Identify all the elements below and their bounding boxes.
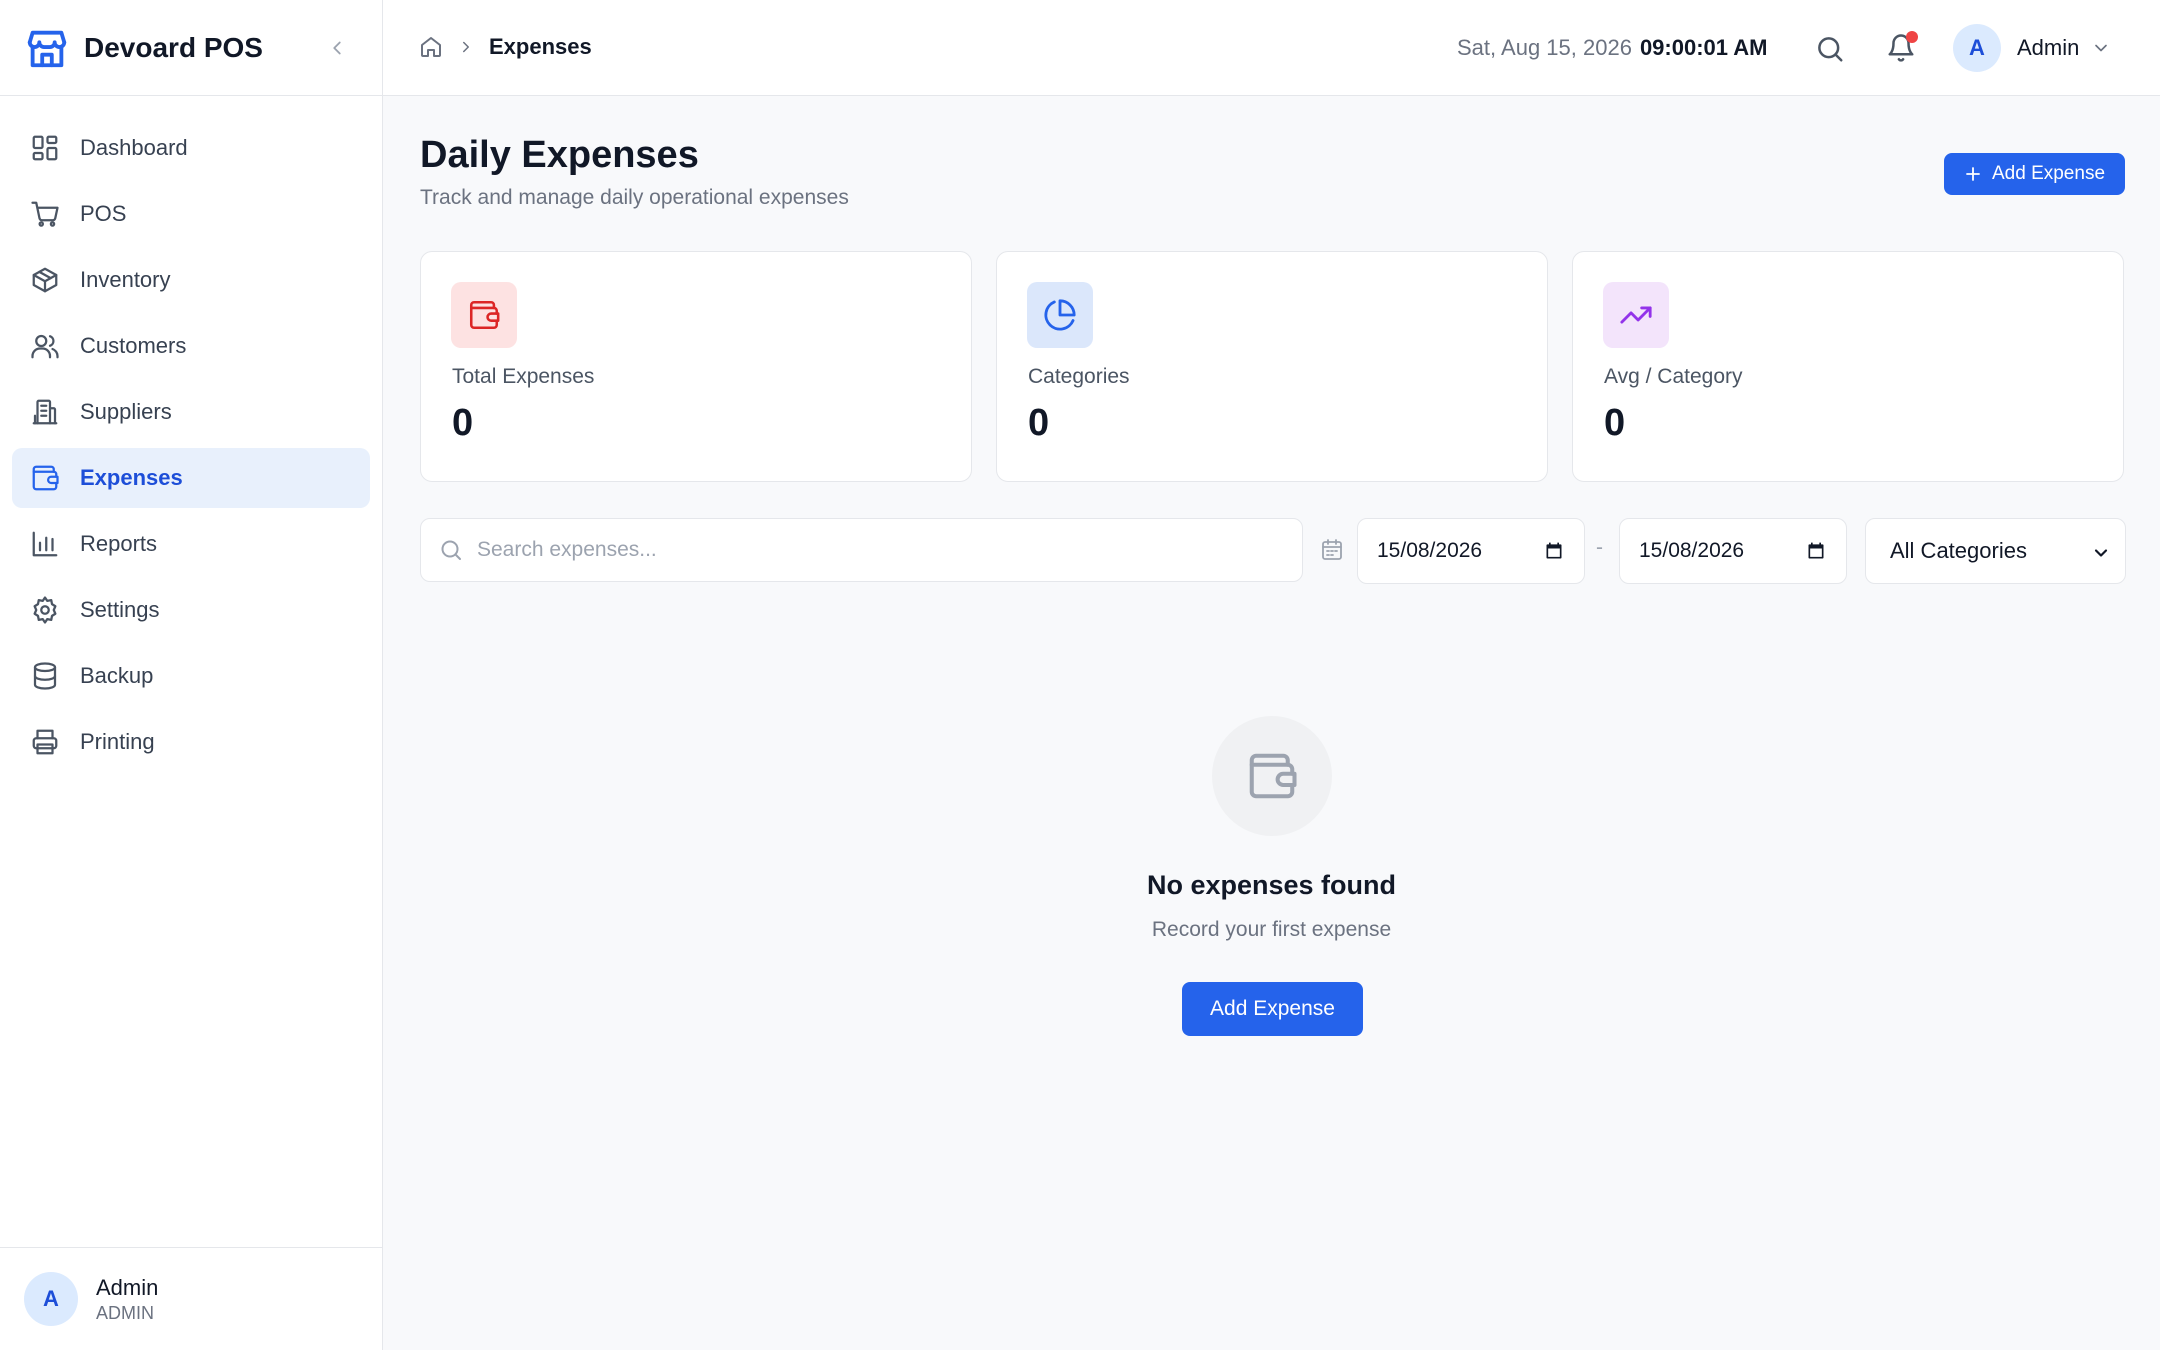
search-icon[interactable] <box>1815 34 1845 64</box>
sidebar-item-label: Customers <box>80 333 187 358</box>
pie-chart-icon <box>1043 298 1077 332</box>
notification-badge <box>1906 31 1918 43</box>
add-expense-label: Add Expense <box>1991 163 2106 184</box>
sidebar-user[interactable]: A Admin ADMIN <box>0 1247 383 1350</box>
sidebar-item-inventory[interactable]: Inventory <box>12 250 370 310</box>
breadcrumb-current: Expenses <box>489 34 592 59</box>
chevron-right-icon <box>457 38 475 56</box>
wallet-icon <box>1245 749 1299 803</box>
stat-icon-box <box>1027 282 1093 348</box>
chevron-down-icon <box>2091 38 2111 58</box>
sidebar-item-settings[interactable]: Settings <box>12 580 370 640</box>
sidebar-item-expenses[interactable]: Expenses <box>12 448 370 508</box>
stat-card-total-expenses: Total Expenses 0 <box>420 251 972 482</box>
page-title: Daily Expenses <box>420 134 699 176</box>
stat-label: Total Expenses <box>452 365 595 388</box>
sidebar-item-label: Backup <box>80 663 154 688</box>
category-select[interactable]: All Categories <box>1865 518 2126 584</box>
date-from-value: 15/08/2026 <box>1377 539 1483 562</box>
sidebar-item-customers[interactable]: Customers <box>12 316 370 376</box>
sidebar-nav: Dashboard POS Inventory Customers Suppli… <box>0 96 382 772</box>
stat-value: 0 <box>1604 402 1626 444</box>
avatar: A <box>1953 24 2001 72</box>
calendar-icon[interactable] <box>1806 541 1826 561</box>
app-name: Devoard POS <box>84 31 263 63</box>
datetime: Sat, Aug 15, 2026 09:00:01 AM <box>1457 35 1768 61</box>
stat-card-avg-category: Avg / Category 0 <box>1572 251 2124 482</box>
sidebar-item-label: Reports <box>80 531 158 556</box>
users-icon <box>30 331 60 361</box>
brand: Devoard POS <box>0 0 382 96</box>
sidebar-item-dashboard[interactable]: Dashboard <box>12 118 370 178</box>
current-time: 09:00:01 AM <box>1639 35 1768 60</box>
sidebar-item-backup[interactable]: Backup <box>12 646 370 706</box>
avatar: A <box>24 1272 78 1326</box>
sidebar-item-label: Inventory <box>80 267 171 292</box>
stat-icon-box <box>1603 282 1669 348</box>
wallet-icon <box>30 463 60 493</box>
stat-icon-box <box>451 282 517 348</box>
sidebar-item-label: Dashboard <box>80 135 188 160</box>
search-input[interactable] <box>477 538 1277 562</box>
sidebar-item-label: Settings <box>80 597 160 622</box>
database-icon <box>30 661 60 691</box>
gear-icon <box>30 595 60 625</box>
search-icon <box>439 538 463 562</box>
sidebar-user-name: Admin <box>96 1274 159 1300</box>
sidebar-item-label: Printing <box>80 729 155 754</box>
stat-value: 0 <box>452 402 474 444</box>
building-icon <box>30 397 60 427</box>
user-name: Admin <box>2017 35 2080 60</box>
current-date: Sat, Aug 15, 2026 <box>1457 35 1632 60</box>
printer-icon <box>30 727 60 757</box>
home-icon[interactable] <box>419 35 443 59</box>
stat-card-categories: Categories 0 <box>996 251 1548 482</box>
sidebar-item-suppliers[interactable]: Suppliers <box>12 382 370 442</box>
collapse-sidebar-icon[interactable] <box>326 37 348 59</box>
page-subtitle: Track and manage daily operational expen… <box>420 186 849 209</box>
topbar: Expenses Sat, Aug 15, 2026 09:00:01 AM A … <box>383 0 2160 96</box>
empty-state-title: No expenses found <box>1146 870 1397 900</box>
empty-state-icon-circle <box>1212 716 1332 836</box>
sidebar-item-reports[interactable]: Reports <box>12 514 370 574</box>
date-from-input[interactable]: 15/08/2026 <box>1357 518 1585 584</box>
box-icon <box>30 265 60 295</box>
main-content: Daily Expenses Track and manage daily op… <box>383 96 2160 1350</box>
stat-label: Categories <box>1028 365 1130 388</box>
category-select-value: All Categories <box>1890 538 2027 563</box>
stat-label: Avg / Category <box>1604 365 1743 388</box>
cart-icon <box>30 199 60 229</box>
empty-state-subtitle: Record your first expense <box>1151 918 1392 941</box>
plus-icon <box>1964 165 1982 183</box>
date-to-value: 15/08/2026 <box>1639 539 1745 562</box>
sidebar-item-label: Suppliers <box>80 399 172 424</box>
sidebar-item-printing[interactable]: Printing <box>12 712 370 772</box>
calendar-icon[interactable] <box>1544 541 1564 561</box>
calendar-icon <box>1320 538 1344 562</box>
sidebar-item-label: Expenses <box>80 465 183 490</box>
sidebar-user-role: ADMIN <box>96 1302 154 1323</box>
bar-chart-icon <box>30 529 60 559</box>
store-icon <box>24 25 70 71</box>
add-expense-empty-button[interactable]: Add Expense <box>1182 982 1363 1036</box>
wallet-icon <box>467 298 501 332</box>
sidebar: Devoard POS Dashboard POS Inventory Cust… <box>0 0 383 1350</box>
date-to-input[interactable]: 15/08/2026 <box>1619 518 1847 584</box>
sidebar-item-label: POS <box>80 201 127 226</box>
trending-up-icon <box>1619 298 1653 332</box>
chevron-down-icon <box>2091 543 2111 563</box>
search-box <box>420 518 1303 582</box>
stat-value: 0 <box>1028 402 1050 444</box>
breadcrumb: Expenses <box>419 34 592 60</box>
user-menu[interactable]: A Admin <box>1953 24 2111 72</box>
sidebar-item-pos[interactable]: POS <box>12 184 370 244</box>
date-separator: - <box>1596 536 1603 559</box>
add-expense-button[interactable]: Add Expense <box>1944 153 2125 195</box>
dashboard-icon <box>30 133 60 163</box>
